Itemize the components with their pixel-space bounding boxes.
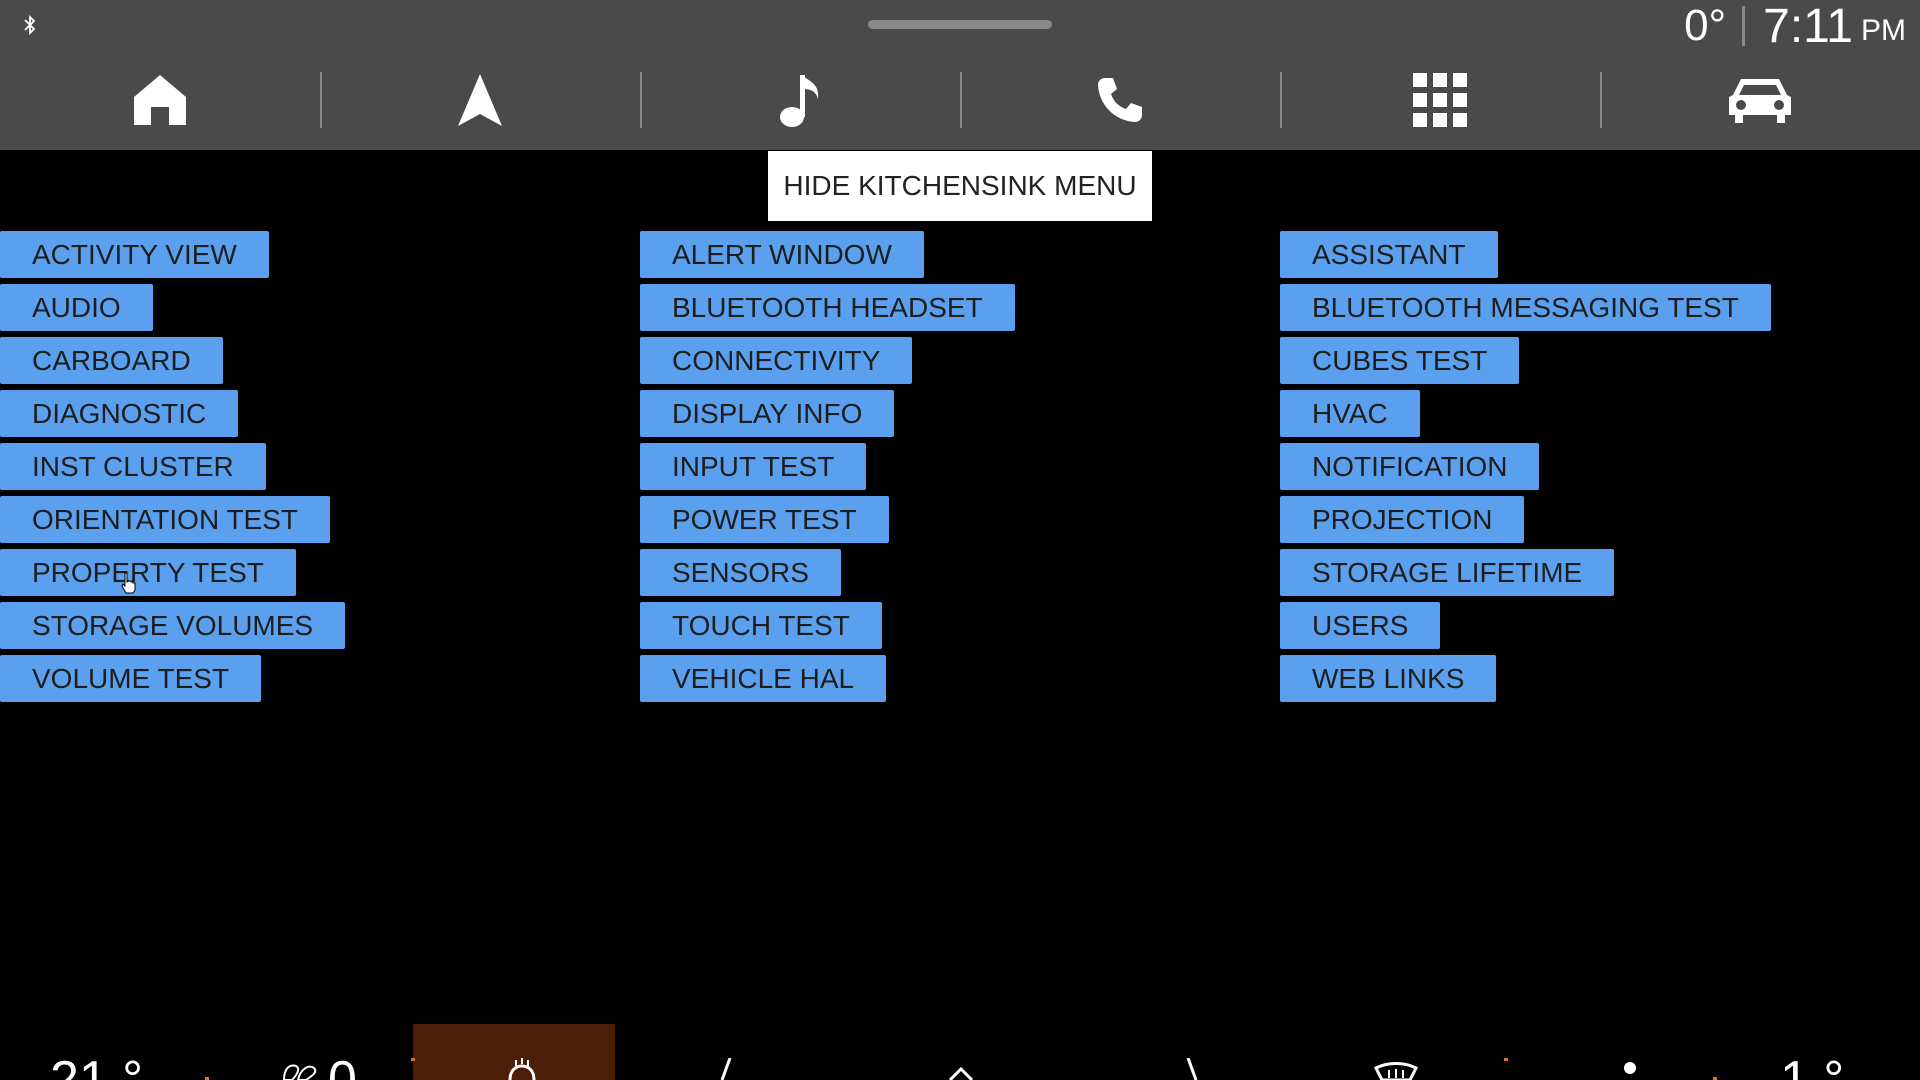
- hide-kitchensink-menu-button[interactable]: HIDE KITCHENSINK MENU: [768, 151, 1152, 221]
- apps-grid-icon: [1413, 73, 1467, 127]
- volume-test-button[interactable]: VOLUME TEST: [0, 655, 262, 702]
- nav-apps-button[interactable]: [1280, 60, 1600, 140]
- menu-column-1: ACTIVITY VIEW AUDIO CARBOARD DIAGNOSTIC …: [0, 231, 346, 708]
- touch-test-button[interactable]: TOUCH TEST: [640, 602, 882, 649]
- web-links-button[interactable]: WEB LINKS: [1280, 655, 1497, 702]
- bluetooth-headset-button[interactable]: BLUETOOTH HEADSET: [640, 284, 1015, 331]
- seat-heat-icon[interactable]: [502, 1058, 542, 1080]
- orientation-test-button[interactable]: ORIENTATION TEST: [0, 496, 331, 543]
- recirculation-icon[interactable]: [948, 1066, 974, 1080]
- menu-column-2: ALERT WINDOW BLUETOOTH HEADSET CONNECTIV…: [640, 231, 1015, 708]
- car-icon: [1729, 79, 1791, 123]
- drag-handle[interactable]: [868, 20, 1052, 29]
- defrost-icon[interactable]: [1374, 1062, 1418, 1080]
- status-divider: [1742, 6, 1746, 46]
- music-note-icon: [780, 75, 819, 127]
- notification-button[interactable]: NOTIFICATION: [1280, 443, 1540, 490]
- display-info-button[interactable]: DISPLAY INFO: [640, 390, 895, 437]
- outside-temperature: 0°: [1684, 1, 1727, 50]
- kitchensink-screen: 0° 7:11 PM HIDE KITCHENSINK MENU ACTIVIT…: [0, 0, 1920, 1080]
- carboard-button[interactable]: CARBOARD: [0, 337, 223, 384]
- home-icon: [134, 75, 186, 125]
- projection-button[interactable]: PROJECTION: [1280, 496, 1525, 543]
- seat-icon[interactable]: [718, 1058, 734, 1080]
- cubes-test-button[interactable]: CUBES TEST: [1280, 337, 1520, 384]
- status-area: 0° 7:11 PM: [1684, 0, 1906, 53]
- nav-home-button[interactable]: [0, 60, 320, 140]
- connectivity-button[interactable]: CONNECTIVITY: [640, 337, 913, 384]
- activity-view-button[interactable]: ACTIVITY VIEW: [0, 231, 269, 278]
- inst-cluster-button[interactable]: INST CLUSTER: [0, 443, 266, 490]
- users-button[interactable]: USERS: [1280, 602, 1441, 649]
- phone-icon: [1098, 78, 1142, 122]
- fan-speed: 0: [328, 1051, 357, 1080]
- person-airflow-icon[interactable]: [1620, 1062, 1640, 1080]
- top-bar: 0° 7:11 PM: [0, 0, 1920, 150]
- storage-volumes-button[interactable]: STORAGE VOLUMES: [0, 602, 346, 649]
- clock-ampm: PM: [1861, 14, 1906, 47]
- clock: 7:11: [1763, 0, 1853, 53]
- audio-button[interactable]: AUDIO: [0, 284, 153, 331]
- nav-car-button[interactable]: [1600, 60, 1920, 140]
- passenger-seat-tick: [1504, 1058, 1508, 1061]
- nav-bar: [0, 60, 1920, 140]
- bluetooth-messaging-test-button[interactable]: BLUETOOTH MESSAGING TEST: [1280, 284, 1771, 331]
- menu-column-3: ASSISTANT BLUETOOTH MESSAGING TEST CUBES…: [1280, 231, 1771, 708]
- hvac-button[interactable]: HVAC: [1280, 390, 1420, 437]
- nav-phone-button[interactable]: [960, 60, 1280, 140]
- sensors-button[interactable]: SENSORS: [640, 549, 841, 596]
- power-test-button[interactable]: POWER TEST: [640, 496, 889, 543]
- passenger-temperature[interactable]: 1 °: [1780, 1054, 1844, 1080]
- seat-heat-tick: [411, 1058, 415, 1061]
- storage-lifetime-button[interactable]: STORAGE LIFETIME: [1280, 549, 1615, 596]
- nav-music-button[interactable]: [640, 60, 960, 140]
- passenger-seat-icon[interactable]: [1184, 1058, 1200, 1080]
- diagnostic-button[interactable]: DIAGNOSTIC: [0, 390, 239, 437]
- nav-navigation-button[interactable]: [320, 60, 640, 140]
- hand-cursor-icon: [121, 572, 136, 594]
- driver-temperature[interactable]: 21 °: [50, 1054, 143, 1080]
- alert-window-button[interactable]: ALERT WINDOW: [640, 231, 924, 278]
- navigation-arrow-icon: [458, 74, 502, 126]
- fan-icon[interactable]: [278, 1058, 322, 1080]
- input-test-button[interactable]: INPUT TEST: [640, 443, 867, 490]
- vehicle-hal-button[interactable]: VEHICLE HAL: [640, 655, 887, 702]
- property-test-button[interactable]: PROPERTY TEST: [0, 549, 296, 596]
- assistant-button[interactable]: ASSISTANT: [1280, 231, 1498, 278]
- bluetooth-icon: [24, 14, 36, 36]
